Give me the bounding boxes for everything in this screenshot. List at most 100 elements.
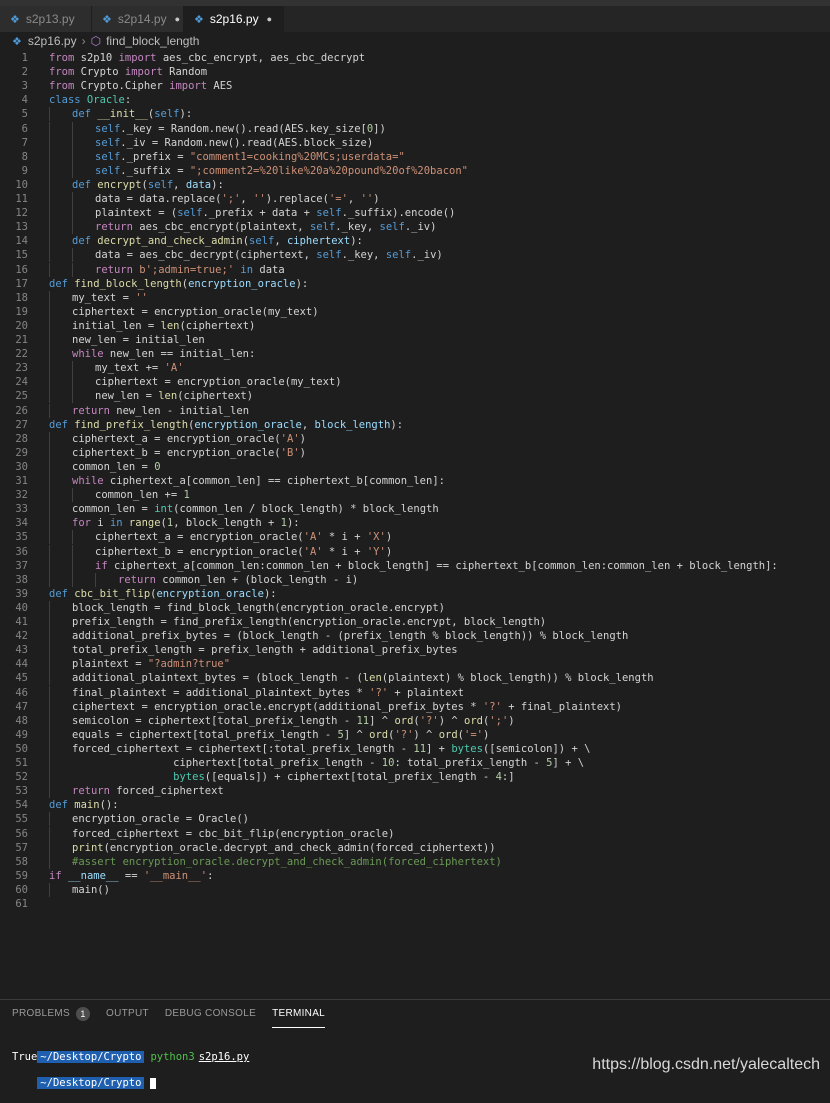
code-line[interactable]: 21 new_len = initial_len: [0, 333, 830, 347]
code-line[interactable]: 50 forced_ciphertext = ciphertext[:total_…: [0, 741, 830, 756]
code-token: ): [373, 193, 380, 205]
indent-guide: [49, 516, 50, 531]
code-line[interactable]: 42 additional_prefix_bytes = (block_lengt…: [0, 629, 830, 644]
code-line[interactable]: 35 ciphertext_a = encryption_oracle('A' *…: [0, 530, 830, 545]
code-line[interactable]: 54 def main():: [0, 798, 830, 812]
code-line[interactable]: 39 def cbc_bit_flip(encryption_oracle):: [0, 587, 830, 601]
code-line[interactable]: 14 def decrypt_and_check_admin(self, ciph…: [0, 234, 830, 249]
tab-debug-console[interactable]: DEBUG CONSOLE: [165, 1000, 256, 1028]
code-line[interactable]: 29 ciphertext_b = encryption_oracle('B'): [0, 445, 830, 460]
code-text: return new_len - initial_len: [72, 404, 249, 418]
code-line[interactable]: 60 main(): [0, 882, 830, 897]
code-line[interactable]: 20 initial_len = len(ciphertext): [0, 318, 830, 333]
code-line[interactable]: 27 def find_prefix_length(encryption_orac…: [0, 418, 830, 432]
line-number: 29: [15, 446, 28, 459]
code-line[interactable]: 41 prefix_length = find_prefix_length(enc…: [0, 615, 830, 629]
code-line[interactable]: 24 ciphertext = encryption_oracle(my_text…: [0, 375, 830, 390]
code-line[interactable]: 43 total_prefix_length = prefix_length + …: [0, 643, 830, 658]
indent-guide: [49, 854, 50, 869]
code-line[interactable]: 33 common_len = int(common_len / block_le…: [0, 502, 830, 517]
code-line[interactable]: 52 bytes([equals]) + ciphertext[total_pr…: [0, 770, 830, 785]
code-line[interactable]: 56 forced_ciphertext = cbc_bit_flip(encry…: [0, 826, 830, 841]
code-editor[interactable]: 1 from s2p10 import aes_cbc_encrypt, aes_…: [0, 50, 830, 994]
code-line[interactable]: 49 equals = ciphertext[total_prefix_lengt…: [0, 727, 830, 742]
code-line[interactable]: 32 common_len += 1: [0, 488, 830, 503]
breadcrumb-symbol[interactable]: find_block_length: [106, 34, 199, 48]
code-line[interactable]: 2 from Crypto import Random: [0, 65, 830, 79]
code-line[interactable]: 9 self._suffix = ";comment2=%20like%20a%2…: [0, 163, 830, 178]
code-line[interactable]: 26 return new_len - initial_len: [0, 403, 830, 418]
code-line[interactable]: 46 final_plaintext = additional_plaintext…: [0, 685, 830, 700]
code-line[interactable]: 31 while ciphertext_a[common_len] == ciph…: [0, 474, 830, 488]
tab-terminal[interactable]: TERMINAL: [272, 1000, 326, 1028]
code-line[interactable]: 40 block_length = find_block_length(encry…: [0, 600, 830, 615]
code-line[interactable]: 19 ciphertext = encryption_oracle(my_text…: [0, 304, 830, 319]
line-number: 61: [15, 898, 28, 910]
tab-problems[interactable]: PROBLEMS 1: [12, 1000, 90, 1028]
code-line[interactable]: 48 semicolon = ciphertext[total_prefix_le…: [0, 713, 830, 728]
code-line[interactable]: 18 my_text = '': [0, 290, 830, 305]
code-line[interactable]: 47 ciphertext = encryption_oracle.encrypt…: [0, 699, 830, 714]
tab-output[interactable]: OUTPUT: [106, 1000, 149, 1028]
code-line[interactable]: 7 self._iv = Random.new().read(AES.block_…: [0, 135, 830, 150]
code-token: , block_length +: [173, 517, 281, 530]
code-text: while new_len == initial_len:: [72, 347, 255, 361]
code-line[interactable]: 36 ciphertext_b = encryption_oracle('A' *…: [0, 544, 830, 559]
line-number: 60: [15, 883, 28, 896]
code-line[interactable]: 16 return b';admin=true;' in data: [0, 262, 830, 277]
indent-guide: [49, 375, 50, 390]
code-line[interactable]: 58 #assert encryption_oracle.decrypt_and_…: [0, 854, 830, 869]
code-line[interactable]: 15 data = aes_cbc_decrypt(ciphertext, sel…: [0, 248, 830, 263]
code-line[interactable]: 3 from Crypto.Cipher import AES: [0, 79, 830, 93]
code-line[interactable]: 51 ciphertext[total_prefix_length - 10: …: [0, 756, 830, 770]
indent-guide: [49, 149, 50, 164]
code-line[interactable]: 34 for i in range(1, block_length + 1):: [0, 516, 830, 531]
code-token: Crypto.Cipher: [74, 80, 170, 93]
code-line[interactable]: 53 return forced_ciphertext: [0, 784, 830, 799]
code-line[interactable]: 1 from s2p10 import aes_cbc_encrypt, aes_…: [0, 51, 830, 65]
line-number: 43: [15, 644, 28, 657]
code-line[interactable]: 37 if ciphertext_a[common_len:common_len …: [0, 558, 830, 573]
tab-s2p14[interactable]: ❖ s2p14.py ●: [92, 6, 184, 32]
code-line[interactable]: 45 additional_plaintext_bytes = (block_le…: [0, 671, 830, 686]
code-token: ): [385, 531, 393, 544]
code-line[interactable]: 44 plaintext = "?admin?true": [0, 657, 830, 672]
unsaved-dot-icon[interactable]: ●: [175, 14, 180, 24]
code-line[interactable]: 25 new_len = len(ciphertext): [0, 389, 830, 404]
code-line[interactable]: 11 data = data.replace(';', '').replace('…: [0, 192, 830, 206]
code-line[interactable]: 28 ciphertext_a = encryption_oracle('A'): [0, 431, 830, 446]
code-text: forced_ciphertext = cbc_bit_flip(encrypt…: [72, 827, 394, 841]
breadcrumb-file[interactable]: s2p16.py: [28, 34, 77, 48]
code-line[interactable]: 13 return aes_cbc_encrypt(plaintext, self…: [0, 220, 830, 235]
code-line[interactable]: 55 encryption_oracle = Oracle(): [0, 812, 830, 827]
code-line[interactable]: 6 self._key = Random.new().read(AES.key_s…: [0, 121, 830, 136]
code-line[interactable]: 30 common_len = 0: [0, 459, 830, 474]
code-token: 10: [381, 757, 395, 769]
code-line[interactable]: 61: [0, 897, 830, 911]
code-line[interactable]: 23 my_text += 'A': [0, 361, 830, 376]
code-token: semicolon = ciphertext[total_prefix_leng…: [72, 714, 357, 727]
unsaved-dot-icon[interactable]: ●: [267, 14, 272, 24]
tab-s2p16[interactable]: ❖ s2p16.py ●: [184, 6, 284, 32]
code-line[interactable]: 8 self._prefix = "comment1=cooking%20MCs;…: [0, 149, 830, 164]
code-line[interactable]: 12 plaintext = (self._prefix + data + sel…: [0, 206, 830, 221]
code-token: ,: [173, 178, 186, 191]
code-token: initial_len =: [72, 319, 161, 332]
code-line[interactable]: 4 class Oracle:: [0, 93, 830, 107]
tab-s2p13[interactable]: ❖ s2p13.py: [0, 6, 92, 32]
code-line[interactable]: 17 def find_block_length(encryption_oracl…: [0, 277, 830, 291]
line-number: 38: [15, 573, 28, 586]
code-line[interactable]: 10 def encrypt(self, data):: [0, 177, 830, 192]
code-token: common_len =: [72, 460, 155, 473]
line-number: 40: [15, 601, 28, 614]
code-token: ).replace(: [265, 193, 329, 205]
code-line[interactable]: 22 while new_len == initial_len:: [0, 347, 830, 362]
code-token: ._prefix =: [120, 150, 190, 163]
code-line[interactable]: 59 if __name__ == '__main__':: [0, 869, 830, 883]
code-token: if: [95, 559, 108, 572]
code-line[interactable]: 57 print(encryption_oracle.decrypt_and_ch…: [0, 840, 830, 855]
code-line[interactable]: 38 return common_len + (block_length - i): [0, 572, 830, 587]
code-token: ciphertext_a = encryption_oracle(: [72, 432, 281, 445]
code-line[interactable]: 5 def __init__(self):: [0, 107, 830, 122]
terminal-command-arg[interactable]: s2p16.py: [199, 1051, 250, 1063]
